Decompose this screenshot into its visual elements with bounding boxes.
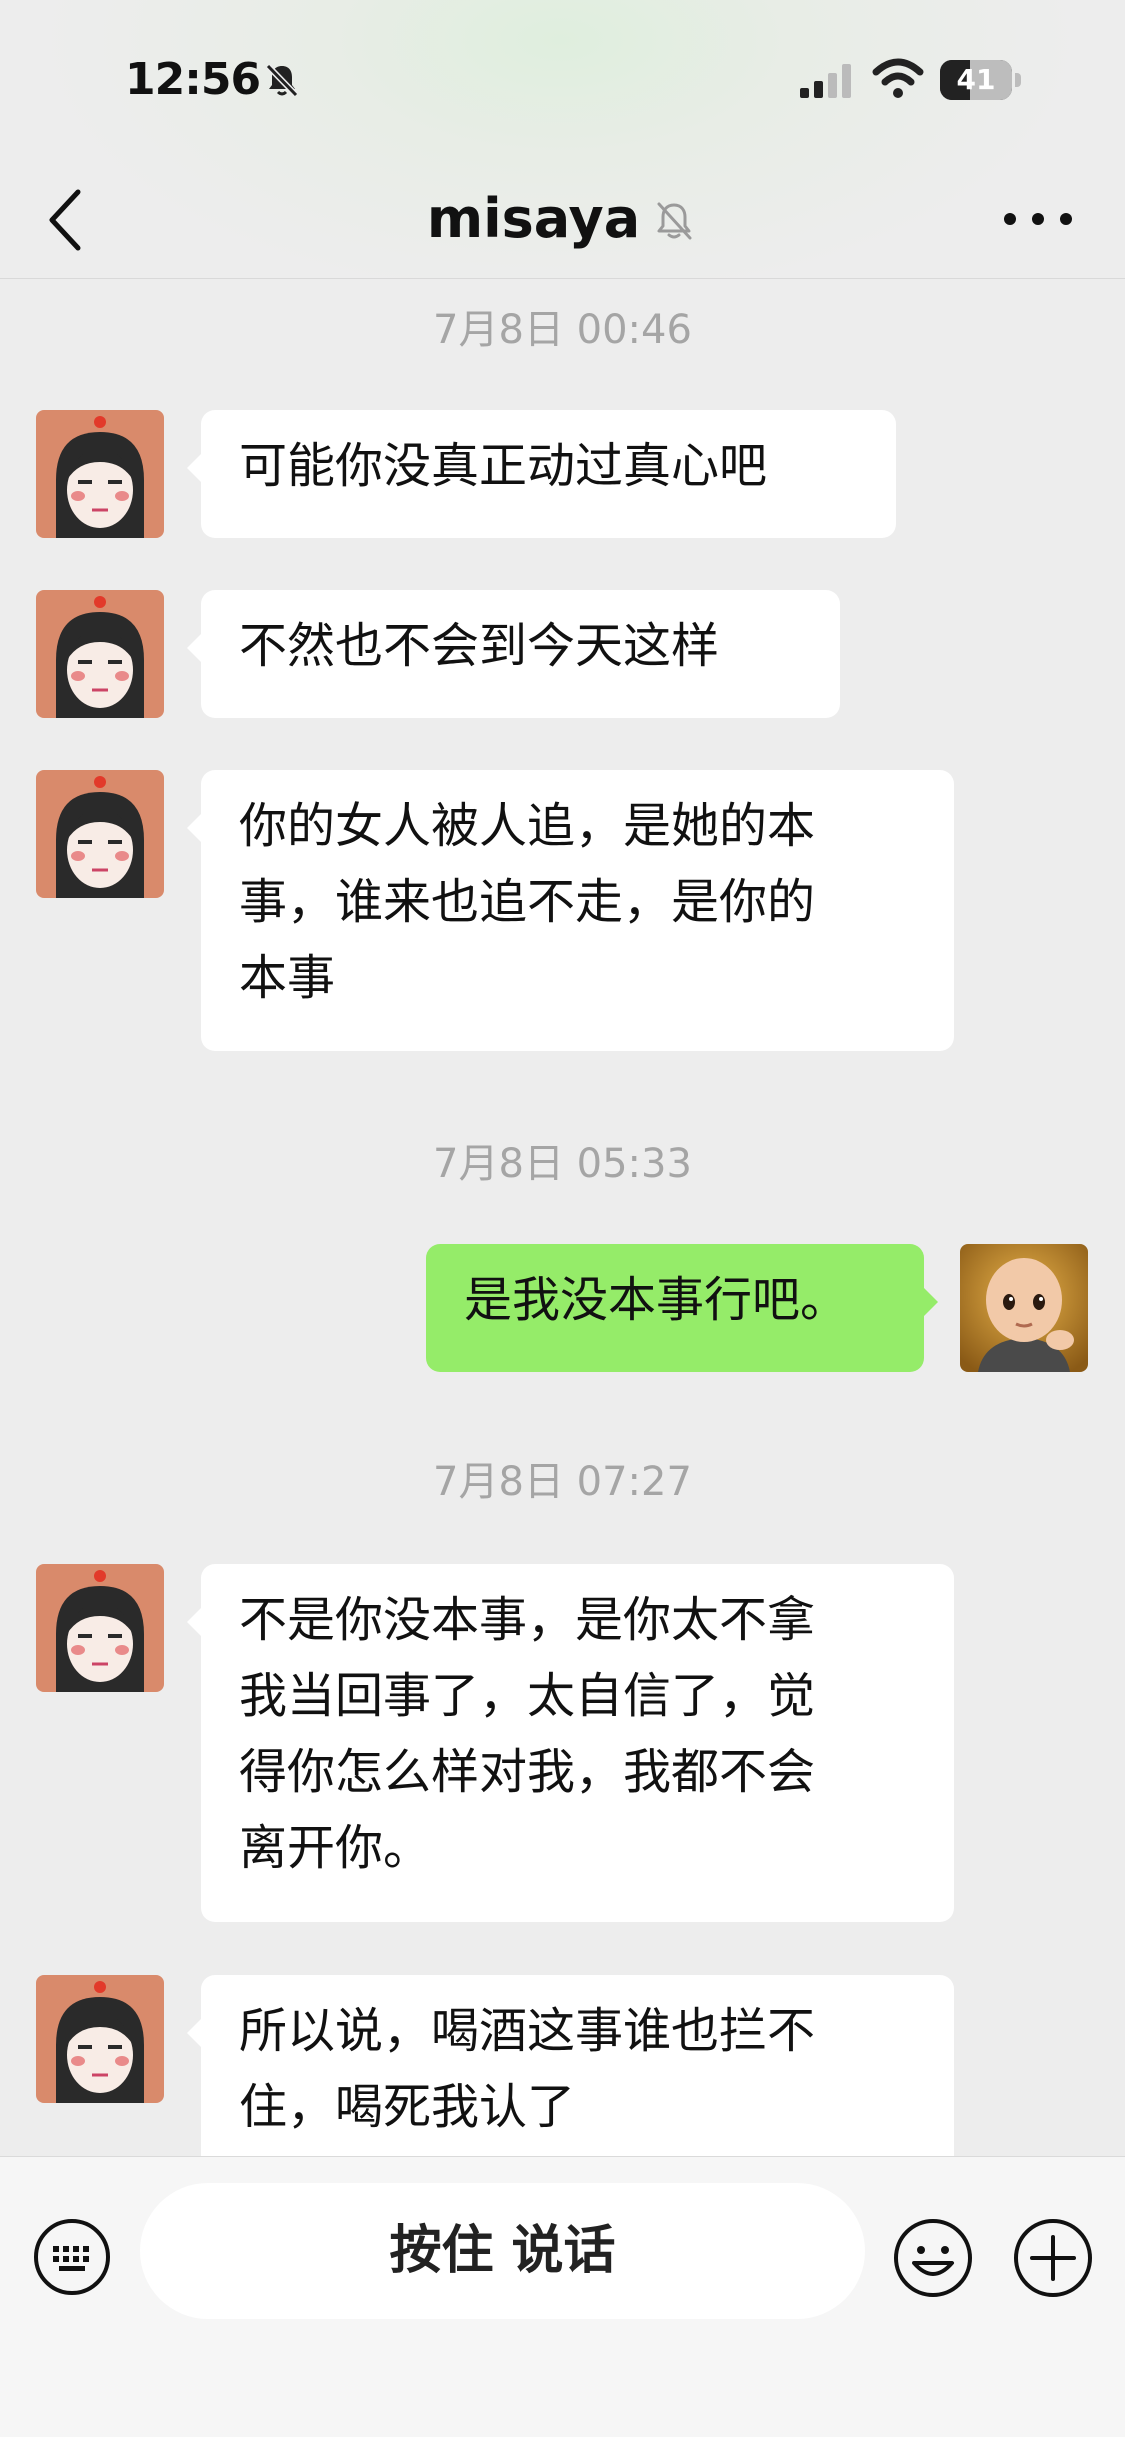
more-dots-icon[interactable] <box>1000 204 1076 234</box>
battery-indicator: 41 <box>940 60 1022 100</box>
message-bubble[interactable]: 你的女人被人追，是她的本 事，谁来也追不走，是你的 本事 <box>187 770 954 1051</box>
message-bubble[interactable]: 可能你没真正动过真心吧 <box>187 410 896 538</box>
message-text-line: 事，谁来也追不走，是你的 <box>239 874 816 930</box>
message-timestamp: 7月8日 07:27 <box>433 1459 692 1505</box>
message-text-line: 得你怎么样对我，我都不会 <box>239 1744 816 1800</box>
contact-avatar[interactable] <box>36 590 164 718</box>
message-text-line: 你的女人被人追，是她的本 <box>239 798 816 854</box>
message-bubble[interactable]: 不是你没本事，是你太不拿 我当回事了，太自信了，觉 得你怎么样对我，我都不会 离… <box>187 1564 954 1922</box>
chat-header: misaya <box>0 160 1125 279</box>
message-bubble-outgoing[interactable]: 是我没本事行吧。 <box>426 1244 938 1372</box>
status-time: 12:56 <box>125 54 261 105</box>
my-avatar[interactable] <box>960 1244 1088 1372</box>
emoji-icon[interactable] <box>892 2217 974 2299</box>
contact-avatar[interactable] <box>36 1975 164 2103</box>
message-text: 是我没本事行吧。 <box>464 1272 849 1328</box>
plus-icon[interactable] <box>1012 2217 1094 2299</box>
message-text: 可能你没真正动过真心吧 <box>239 438 768 494</box>
message-bubble[interactable]: 所以说，喝酒这事谁也拦不 住，喝死我认了 <box>187 1975 954 2156</box>
input-bar: 按住 说话 <box>0 2156 1125 2437</box>
message-timestamp: 7月8日 00:46 <box>433 307 692 353</box>
chat-title: misaya <box>426 187 641 250</box>
message-text-line: 本事 <box>239 950 336 1006</box>
bell-off-icon <box>657 202 692 240</box>
message-list[interactable]: 7月8日 00:46 可能你没真正动过真心吧 不然也不会到今天这样 你的女人被人… <box>0 279 1125 2156</box>
message-bubble[interactable]: 不然也不会到今天这样 <box>187 590 840 718</box>
message-text-line: 我当回事了，太自信了，觉 <box>239 1668 816 1724</box>
silent-mode-icon <box>265 63 299 98</box>
message-text-line: 不是你没本事，是你太不拿 <box>239 1592 816 1648</box>
contact-avatar[interactable] <box>36 770 164 898</box>
battery-percent: 41 <box>956 63 996 96</box>
message-text-line: 住，喝死我认了 <box>239 2079 576 2135</box>
contact-avatar[interactable] <box>36 410 164 538</box>
keyboard-icon[interactable] <box>32 2217 112 2297</box>
cellular-signal-icon <box>800 64 851 98</box>
message-text-line: 离开你。 <box>239 1820 432 1876</box>
message-text-line: 所以说，喝酒这事谁也拦不 <box>239 2003 816 2059</box>
message-text: 不然也不会到今天这样 <box>239 618 720 674</box>
status-bar: 12:56 41 <box>0 0 1125 160</box>
hold-to-talk-button[interactable]: 按住 说话 <box>140 2183 865 2319</box>
contact-avatar[interactable] <box>36 1564 164 1692</box>
wifi-icon <box>872 58 924 98</box>
message-timestamp: 7月8日 05:33 <box>433 1141 692 1187</box>
